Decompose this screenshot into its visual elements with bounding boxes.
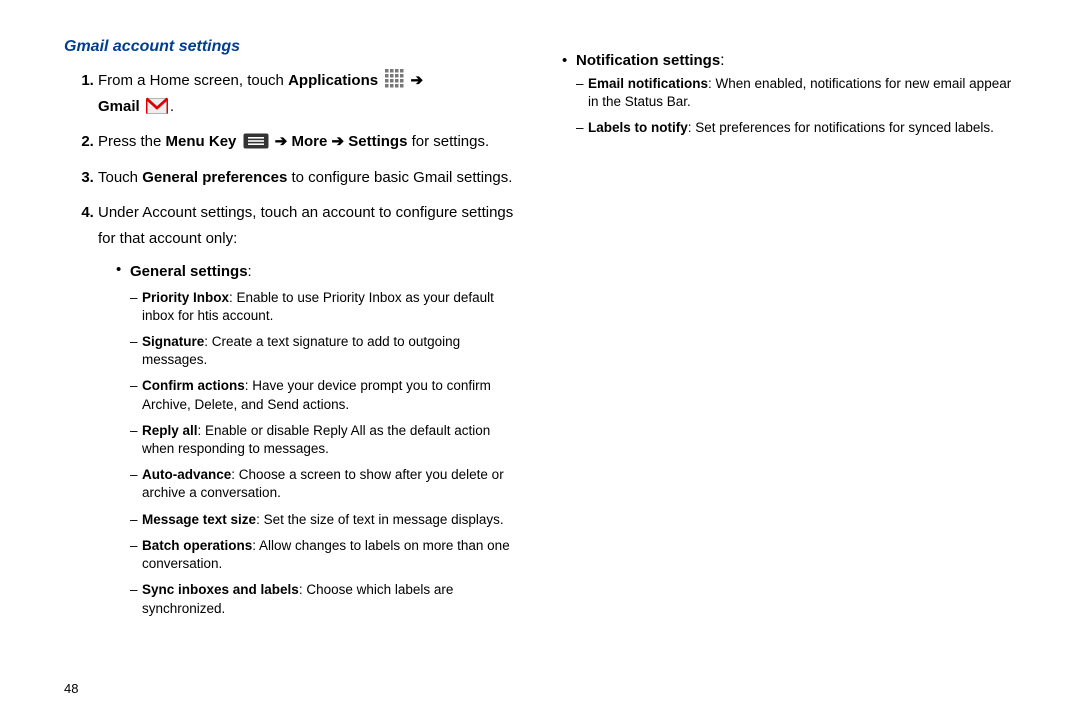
step-2-more: More [291,133,327,150]
dash-icon: – [130,377,142,413]
section-title: Gmail account settings [64,38,522,56]
list-item: –Email notifications: When enabled, noti… [576,75,1020,111]
menu-key-icon [243,133,269,149]
dash-icon: – [130,422,142,458]
dash-icon: – [576,119,588,137]
list-item: –Reply all: Enable or disable Reply All … [130,422,522,458]
item-desc: : Set the size of text in message displa… [256,512,504,527]
dash-icon: – [130,511,142,529]
arrow-icon: ➔ [275,133,288,150]
item-title: Auto-advance [142,467,231,482]
list-item: –Signature: Create a text signature to a… [130,333,522,369]
right-column: • Notification settings: –Email notifica… [562,38,1020,700]
notification-settings-bullet: • Notification settings: [562,50,1020,71]
general-settings-label: General settings [130,263,248,280]
step-3: Touch General preferences to configure b… [98,165,522,191]
notification-settings-colon: : [720,52,724,69]
bullet-general-settings: • General settings: [116,259,522,285]
item-title: Batch operations [142,538,252,553]
applications-icon [384,68,404,88]
list-item: –Message text size: Set the size of text… [130,511,522,529]
step-1: From a Home screen, touch Applications ➔ [98,68,522,119]
step-1-text-a: From a Home screen, touch [98,72,288,89]
item-title: Confirm actions [142,378,245,393]
bullet-notification-settings: • Notification settings: [562,50,1020,71]
notification-settings-label: Notification settings [576,52,720,69]
step-3-a: Touch [98,169,142,186]
step-1-period: . [170,98,174,115]
bullet-dot-icon: • [116,259,130,285]
list-item: –Batch operations: Allow changes to labe… [130,537,522,573]
item-title: Priority Inbox [142,290,229,305]
item-title: Message text size [142,512,256,527]
list-item: –Labels to notify: Set preferences for n… [576,119,1020,137]
item-desc: : Set preferences for notifications for … [688,120,994,135]
list-item: –Sync inboxes and labels: Choose which l… [130,581,522,617]
notification-settings-items: –Email notifications: When enabled, noti… [576,75,1020,138]
page-number: 48 [64,681,78,696]
item-title: Labels to notify [588,120,688,135]
general-settings-items: –Priority Inbox: Enable to use Priority … [130,289,522,618]
list-item: –Priority Inbox: Enable to use Priority … [130,289,522,325]
step-2-text-a: Press the [98,133,166,150]
general-settings-colon: : [248,263,252,280]
dash-icon: – [130,289,142,325]
item-title: Reply all [142,423,198,438]
arrow-icon: ➔ [332,133,345,150]
step-3-b: General preferences [142,169,287,186]
step-2-tail: for settings. [407,133,489,150]
step-2: Press the Menu Key ➔ More ➔ Settings for… [98,129,522,155]
dash-icon: – [130,333,142,369]
dash-icon: – [130,466,142,502]
step-1-applications: Applications [288,72,378,89]
step-2-settings: Settings [348,133,407,150]
step-4-text: Under Account settings, touch an account… [98,204,513,247]
bullet-dot-icon: • [562,50,576,71]
left-column: Gmail account settings From a Home scree… [64,38,522,700]
arrow-icon: ➔ [410,72,423,89]
list-item: –Confirm actions: Have your device promp… [130,377,522,413]
step-1-gmail: Gmail [98,98,140,115]
dash-icon: – [576,75,588,111]
manual-page: Gmail account settings From a Home scree… [0,0,1080,720]
item-title: Email notifications [588,76,708,91]
dash-icon: – [130,537,142,573]
item-title: Signature [142,334,204,349]
dash-icon: – [130,581,142,617]
step-3-c: to configure basic Gmail settings. [287,169,512,186]
step-4: Under Account settings, touch an account… [98,200,522,618]
list-item: –Auto-advance: Choose a screen to show a… [130,466,522,502]
gmail-icon [146,96,168,114]
general-settings-bullet: • General settings: [116,259,522,285]
item-title: Sync inboxes and labels [142,582,299,597]
steps-list: From a Home screen, touch Applications ➔ [64,68,522,618]
step-2-menukey: Menu Key [166,133,237,150]
